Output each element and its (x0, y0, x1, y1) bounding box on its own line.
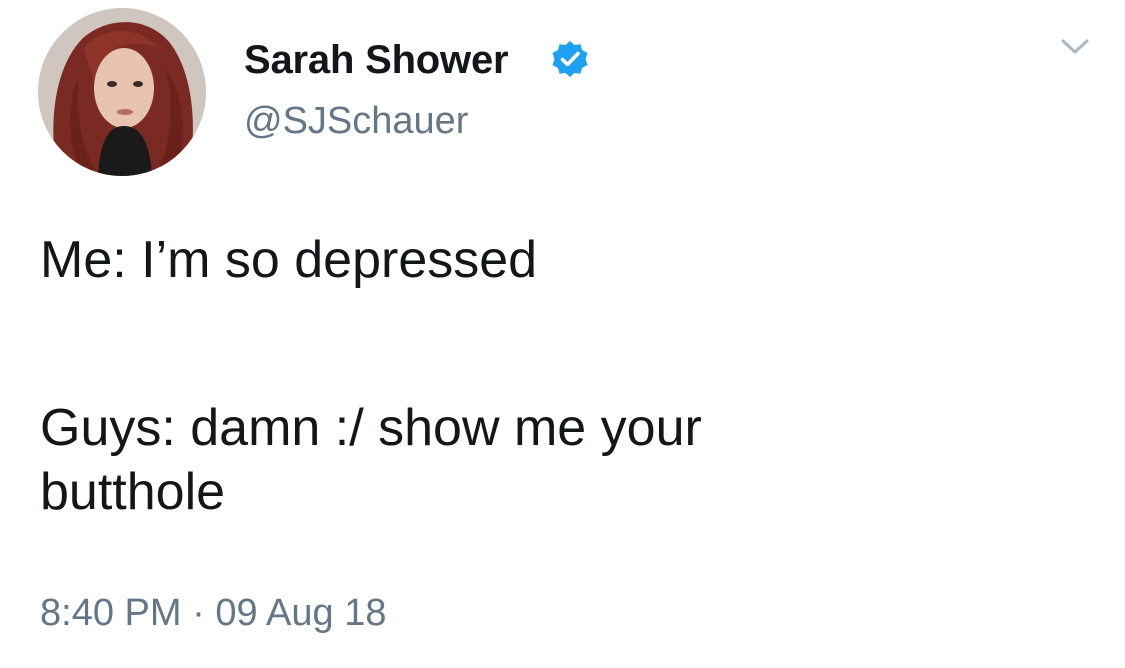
tweet-text-line: Guys: damn :/ show me your (40, 399, 702, 457)
timestamp-separator: · (192, 592, 205, 634)
tweet-text: Me: I’m so depressed Guys: damn :/ show … (40, 228, 1090, 524)
tweet-date: 09 Aug 18 (215, 592, 387, 634)
tweet-time: 8:40 PM (40, 592, 182, 634)
tweet-timestamp[interactable]: 8:40 PM · 09 Aug 18 (40, 590, 386, 636)
chevron-down-icon[interactable] (1060, 36, 1090, 58)
author-display-name[interactable]: Sarah Shower (244, 36, 509, 84)
author-handle[interactable]: @SJSchauer (244, 98, 468, 144)
verified-badge-icon (552, 41, 588, 77)
tweet-text-line: Me: I’m so depressed (40, 231, 538, 289)
avatar-photo (38, 8, 206, 176)
author-avatar[interactable] (38, 8, 206, 176)
tweet-card: Sarah Shower @SJSchauer Me: I’m so depre… (0, 0, 1125, 668)
tweet-text-line: butthole (40, 463, 226, 521)
